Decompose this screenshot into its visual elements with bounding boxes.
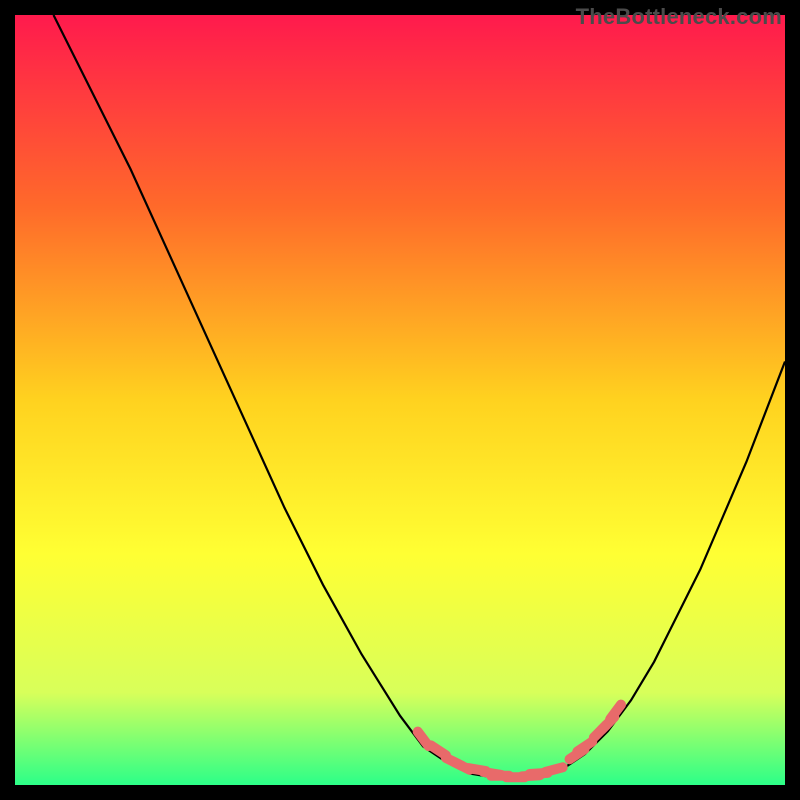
gradient-background: [15, 15, 785, 785]
marker-point: [545, 767, 562, 772]
watermark-text: TheBottleneck.com: [576, 4, 782, 30]
chart-svg: [15, 15, 785, 785]
chart-frame: [15, 15, 785, 785]
